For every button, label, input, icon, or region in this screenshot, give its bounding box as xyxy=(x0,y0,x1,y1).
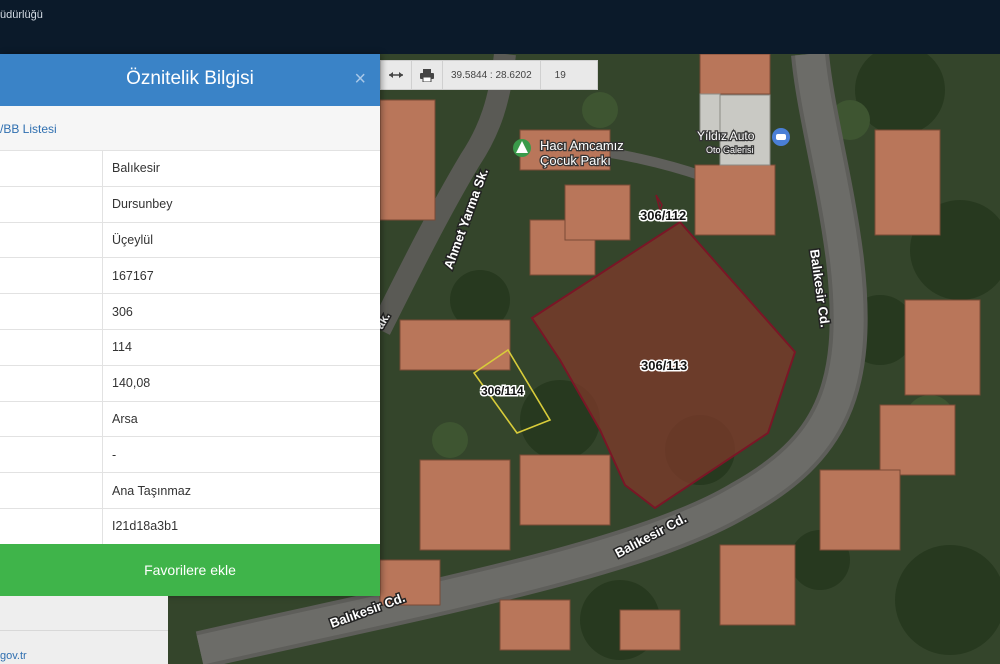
coordinate-readout: 39.5844 : 28.6202 xyxy=(443,61,541,89)
table-row: Üçeylül xyxy=(0,222,380,259)
top-header-bar: üdürlüğü xyxy=(0,0,1000,54)
arrows-horizontal-icon xyxy=(389,72,403,78)
attr-value: Balıkesir xyxy=(102,151,380,187)
print-button[interactable] xyxy=(412,61,443,89)
attr-value: 140,08 xyxy=(102,365,380,402)
park-label-line1: Hacı Amcamız xyxy=(540,138,624,153)
table-row: Dursunbey xyxy=(0,186,380,223)
park-marker-icon[interactable] xyxy=(513,139,531,157)
add-to-favorites-button[interactable]: Favorilere ekle xyxy=(0,544,380,596)
footer-link[interactable]: gov.tr xyxy=(0,650,27,662)
panel-header: Öznitelik Bilgisi × xyxy=(0,54,380,106)
table-row: - xyxy=(0,436,380,474)
attr-value: 114 xyxy=(102,329,380,366)
park-label-line2: Çocuk Parkı xyxy=(540,153,611,168)
table-row: I21d18a3b1 xyxy=(0,508,380,545)
attr-value: Arsa xyxy=(102,401,380,438)
map-toolbar: 39.5844 : 28.6202 19 xyxy=(380,60,598,90)
auto-label-line1: Yıldız Auto xyxy=(697,129,755,143)
table-row: 114 xyxy=(0,329,380,366)
car-dealer-marker-icon[interactable] xyxy=(772,128,790,146)
parcel-label-306-112: 306/112 xyxy=(640,208,686,223)
close-icon[interactable]: × xyxy=(354,68,366,91)
table-row: Arsa xyxy=(0,401,380,438)
table-row: 167167 xyxy=(0,257,380,295)
parcel-label-306-113: 306/113 xyxy=(641,358,687,373)
attribute-panel: Öznitelik Bilgisi × /BB Listesi Balıkesi… xyxy=(0,54,380,596)
attr-value: Ana Taşınmaz xyxy=(102,472,380,509)
table-row: 306 xyxy=(0,293,380,330)
list-link[interactable]: /BB Listesi xyxy=(0,122,57,136)
attr-value: I21d18a3b1 xyxy=(102,508,380,545)
table-row: Ana Taşınmaz xyxy=(0,472,380,509)
parcel-label-306-114: 306/114 xyxy=(481,384,524,398)
auto-label-line2: Oto Galerisi xyxy=(706,145,754,155)
printer-icon xyxy=(420,68,434,82)
attr-value: 306 xyxy=(102,293,380,330)
zoom-level: 19 xyxy=(554,69,566,81)
attribute-table: Balıkesir Dursunbey Üçeylül 167167 306 1… xyxy=(0,151,380,545)
attr-value: 167167 xyxy=(102,257,380,295)
app-title: üdürlüğü xyxy=(0,9,43,21)
panel-title: Öznitelik Bilgisi xyxy=(126,68,254,89)
measure-button[interactable] xyxy=(381,61,412,89)
attr-value: Üçeylül xyxy=(102,222,380,259)
list-item[interactable] xyxy=(0,596,168,631)
attr-value: Dursunbey xyxy=(102,186,380,223)
table-row: 140,08 xyxy=(0,365,380,402)
attr-value: - xyxy=(102,436,380,474)
panel-link-row: /BB Listesi xyxy=(0,106,380,151)
table-row: Balıkesir xyxy=(0,151,380,187)
